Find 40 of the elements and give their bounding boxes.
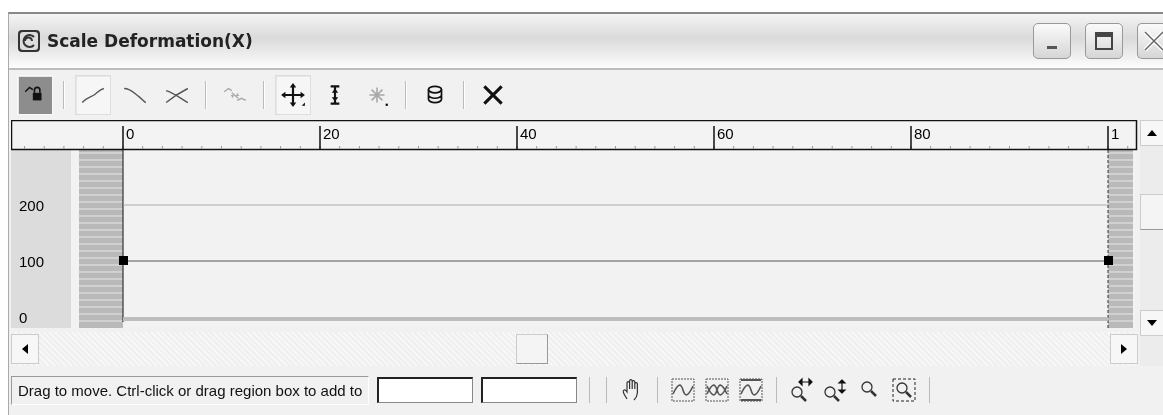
arrow-icon bbox=[1146, 129, 1158, 137]
ruler-label: 0 bbox=[126, 125, 135, 142]
ruler-label: 20 bbox=[323, 125, 340, 142]
horizontal-scrollbar[interactable] bbox=[11, 332, 1138, 366]
vertical-scrollbar[interactable] bbox=[1140, 120, 1163, 366]
window-title: Scale Deformation(X) bbox=[47, 31, 254, 51]
ruler-label: 40 bbox=[520, 125, 537, 142]
value-label: 200 bbox=[19, 197, 45, 214]
zoom-extents-icon[interactable] bbox=[738, 377, 765, 403]
lock-button[interactable] bbox=[17, 75, 53, 115]
input-field[interactable] bbox=[377, 377, 474, 403]
close-icon bbox=[480, 82, 506, 108]
app-logo-icon bbox=[17, 29, 41, 53]
move-arrows-icon bbox=[280, 82, 306, 108]
arrow-icon bbox=[1120, 343, 1128, 355]
scroll-down-button[interactable] bbox=[1140, 310, 1163, 336]
input-field[interactable] bbox=[481, 377, 578, 403]
ruler-label: 1 bbox=[1111, 125, 1120, 142]
zoom-extents-icon[interactable] bbox=[704, 377, 731, 403]
rising-curve-button[interactable] bbox=[75, 75, 111, 115]
scroll-right-button[interactable] bbox=[1110, 334, 1138, 364]
zoom-extents-icon[interactable] bbox=[670, 377, 697, 403]
status-prompt: Drag to move. Ctrl-click or drag region box to add to bbox=[11, 375, 370, 405]
maximize-button[interactable] bbox=[1085, 23, 1123, 59]
move-arrows-button[interactable] bbox=[275, 75, 311, 115]
arrow-icon bbox=[1146, 319, 1158, 327]
value-label: 0 bbox=[19, 309, 28, 326]
value-label: 100 bbox=[19, 253, 45, 270]
scroll-thumb[interactable] bbox=[516, 334, 548, 364]
scroll-up-button[interactable] bbox=[1140, 120, 1163, 146]
arrow-icon bbox=[21, 343, 29, 355]
ruler-label: 80 bbox=[914, 125, 931, 142]
minimize-button[interactable] bbox=[1033, 23, 1071, 59]
ruler-label: 60 bbox=[717, 125, 734, 142]
scroll-thumb[interactable] bbox=[1140, 194, 1163, 230]
maximize-icon bbox=[1094, 31, 1114, 51]
close-icon bbox=[1141, 30, 1163, 52]
scroll-left-button[interactable] bbox=[11, 334, 39, 364]
zoom-region-icon[interactable] bbox=[891, 377, 918, 403]
minimize-icon bbox=[1047, 45, 1057, 49]
